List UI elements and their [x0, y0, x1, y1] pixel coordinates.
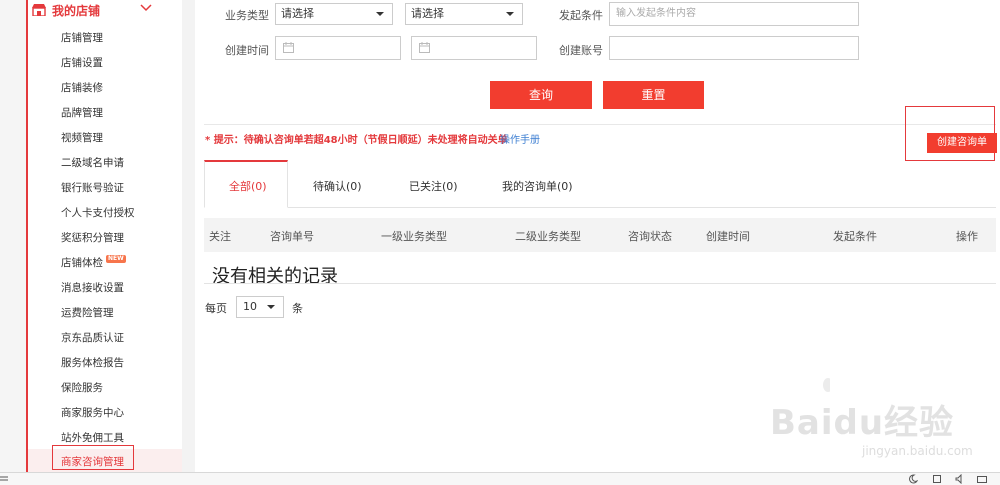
- sidebar-item-subdomain[interactable]: 二级域名申请: [61, 155, 124, 170]
- sidebar-item-store-manage[interactable]: 店铺管理: [61, 30, 103, 45]
- sidebar-item-video-manage[interactable]: 视频管理: [61, 130, 103, 145]
- trigger-condition-label: 发起条件: [559, 9, 603, 22]
- sidebar-item-insurance[interactable]: 保险服务: [61, 380, 103, 395]
- watermark-url: jingyan.baidu.com: [862, 444, 973, 458]
- reset-button[interactable]: 重置: [603, 81, 704, 109]
- calendar-icon: [419, 42, 430, 53]
- input-placeholder: 输入发起条件内容: [616, 8, 696, 19]
- taskbar: [0, 472, 1000, 485]
- sidebar-item-message-settings[interactable]: 消息接收设置: [61, 280, 124, 295]
- sidebar-item-commission-tool[interactable]: 站外免佣工具: [61, 430, 124, 445]
- sidebar-item-points[interactable]: 奖惩积分管理: [61, 230, 124, 245]
- query-button[interactable]: 查询: [490, 81, 592, 109]
- created-account-input[interactable]: [609, 36, 859, 60]
- table-header: [204, 218, 996, 252]
- empty-state-text: 没有相关的记录: [212, 266, 338, 287]
- business-type-select-2[interactable]: 请选择: [405, 3, 523, 25]
- menu-icon[interactable]: [0, 474, 10, 484]
- keyboard-icon[interactable]: [977, 474, 987, 484]
- column-header-consult-no: 咨询单号: [270, 230, 314, 243]
- notification-icon[interactable]: [932, 474, 942, 484]
- trigger-condition-input[interactable]: 输入发起条件内容: [609, 2, 859, 26]
- column-header-trigger: 发起条件: [833, 230, 877, 243]
- tab-followed[interactable]: 已关注(0): [409, 178, 458, 194]
- store-icon: [32, 4, 46, 16]
- moon-icon[interactable]: [908, 474, 918, 484]
- sidebar-item-freight-insurance[interactable]: 运费险管理: [61, 305, 114, 320]
- manual-link[interactable]: 操作手册: [500, 131, 540, 146]
- column-header-follow: 关注: [209, 230, 231, 243]
- tab-all[interactable]: 全部(0): [229, 178, 267, 194]
- sidebar-item-store-settings[interactable]: 店铺设置: [61, 55, 103, 70]
- speaker-icon[interactable]: [955, 474, 965, 484]
- column-header-status: 咨询状态: [628, 230, 672, 243]
- divider: [204, 124, 996, 125]
- per-page-label: 每页: [205, 302, 227, 315]
- select-value: 请选择: [411, 7, 444, 20]
- column-header-created-time: 创建时间: [706, 230, 750, 243]
- sidebar-item-card-auth[interactable]: 个人卡支付授权: [61, 205, 135, 220]
- calendar-icon: [283, 42, 294, 53]
- column-header-level1-type: 一级业务类型: [381, 230, 447, 243]
- created-account-label: 创建账号: [559, 44, 603, 57]
- tab-my-consults[interactable]: 我的咨询单(0): [502, 178, 573, 194]
- sidebar-section-label: 我的店铺: [52, 3, 101, 18]
- sidebar-item-store-decoration[interactable]: 店铺装修: [61, 80, 103, 95]
- select-value: 10: [243, 300, 257, 313]
- column-header-actions: 操作: [956, 230, 978, 243]
- tab-pending[interactable]: 待确认(0): [313, 178, 362, 194]
- sidebar-item-store-checkup[interactable]: 店铺体检 NEW: [61, 255, 126, 270]
- per-page-unit: 条: [292, 302, 303, 315]
- select-value: 请选择: [281, 7, 314, 20]
- created-time-end-input[interactable]: [411, 36, 537, 60]
- created-time-start-input[interactable]: [275, 36, 401, 60]
- sidebar-item-label: 店铺体检: [61, 257, 103, 269]
- sidebar-item-brand-manage[interactable]: 品牌管理: [61, 105, 103, 120]
- business-type-label: 业务类型: [225, 9, 269, 22]
- chevron-down-icon[interactable]: [140, 2, 152, 14]
- create-consult-button[interactable]: 创建咨询单: [927, 133, 997, 153]
- tip-text: * 提示：待确认咨询单若超48小时（节假日顺延）未处理将自动关单: [205, 135, 508, 146]
- created-time-label: 创建时间: [225, 44, 269, 57]
- sidebar-item-quality-cert[interactable]: 京东品质认证: [61, 330, 124, 345]
- table-bottom-border: [204, 283, 996, 284]
- column-header-level2-type: 二级业务类型: [515, 230, 581, 243]
- watermark-brand: Baidu经验: [770, 403, 955, 443]
- tabs-divider: [204, 207, 996, 208]
- sidebar-section-my-store[interactable]: 我的店铺: [32, 0, 152, 20]
- per-page-select[interactable]: 10: [236, 296, 284, 318]
- sidebar-item-consult-manage[interactable]: 商家咨询管理: [61, 454, 124, 469]
- sidebar-item-service-report[interactable]: 服务体检报告: [61, 355, 124, 370]
- new-badge: NEW: [106, 255, 126, 263]
- sidebar-item-bank-verify[interactable]: 银行账号验证: [61, 180, 124, 195]
- caret-down-icon: [506, 12, 514, 16]
- caret-down-icon: [267, 305, 275, 309]
- caret-down-icon: [376, 12, 384, 16]
- business-type-select-1[interactable]: 请选择: [275, 3, 393, 25]
- sidebar-item-service-center[interactable]: 商家服务中心: [61, 405, 124, 420]
